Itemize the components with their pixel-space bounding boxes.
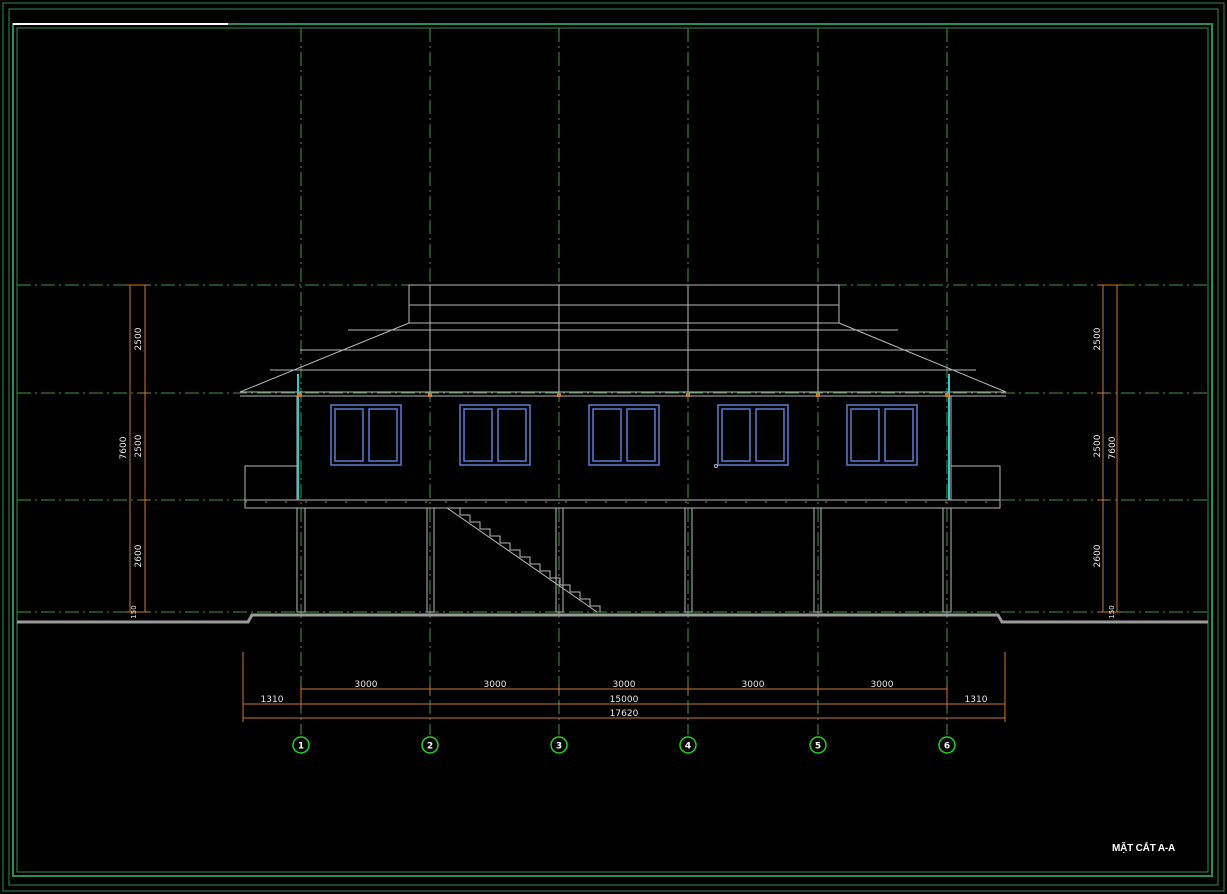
dim-overall-total: 17620 <box>610 709 639 719</box>
axis-label-1: 1 <box>298 742 304 752</box>
dim-overhang-right: 1310 <box>965 695 988 705</box>
right-dim-2500-top: 2500 <box>1093 327 1103 350</box>
dim-bay-3: 3000 <box>613 680 636 690</box>
window-4 <box>717 404 789 466</box>
left-dim-total: 7600 <box>119 436 129 459</box>
left-dim-2500-top: 2500 <box>134 327 144 350</box>
building-structure <box>244 395 1001 509</box>
dim-bay-2: 3000 <box>484 680 507 690</box>
left-dim-150: 150 <box>130 605 138 618</box>
axis-label-3: 3 <box>556 742 562 752</box>
axis-bubble-1: 1 <box>292 736 310 754</box>
left-dim-2600: 2600 <box>134 544 144 567</box>
windows <box>330 404 918 466</box>
columns <box>296 507 952 613</box>
section-title: MẶT CẮT A-A <box>1112 843 1175 854</box>
axis-label-5: 5 <box>815 742 821 752</box>
dim-overhang-left: 1310 <box>261 695 284 705</box>
axis-label-2: 2 <box>427 742 433 752</box>
right-dim-150: 150 <box>1108 605 1116 618</box>
level-lines <box>17 284 1208 613</box>
dim-bay-5: 3000 <box>871 680 894 690</box>
grid-axis-lines <box>300 28 948 735</box>
dim-bay-4: 3000 <box>742 680 765 690</box>
axis-bubble-5: 5 <box>809 736 827 754</box>
right-dim-total: 7600 <box>1108 436 1118 459</box>
axis-bubble-3: 3 <box>550 736 568 754</box>
window-5 <box>846 404 918 466</box>
dim-span-total: 15000 <box>610 695 639 705</box>
axis-bubble-4: 4 <box>679 736 697 754</box>
axis-bubbles: 1 2 3 4 5 6 <box>292 736 956 754</box>
drawing-frame <box>2 2 1225 892</box>
left-dim-2500-mid: 2500 <box>134 434 144 457</box>
right-dim-2500-mid: 2500 <box>1093 434 1103 457</box>
elevation-drawing: 2500 2500 2600 150 7600 2500 2500 2600 1… <box>2 2 1225 892</box>
stair <box>446 507 601 613</box>
axis-bubble-6: 6 <box>938 736 956 754</box>
window-2 <box>459 404 531 466</box>
axis-label-6: 6 <box>944 742 950 752</box>
window-1 <box>330 404 402 466</box>
window-3 <box>588 404 660 466</box>
right-dim-2600: 2600 <box>1093 544 1103 567</box>
ground-line <box>17 613 1208 624</box>
axis-label-4: 4 <box>685 742 691 752</box>
point-marker <box>714 464 718 468</box>
axis-bubble-2: 2 <box>421 736 439 754</box>
dim-bay-1: 3000 <box>355 680 378 690</box>
roof <box>239 284 1007 397</box>
